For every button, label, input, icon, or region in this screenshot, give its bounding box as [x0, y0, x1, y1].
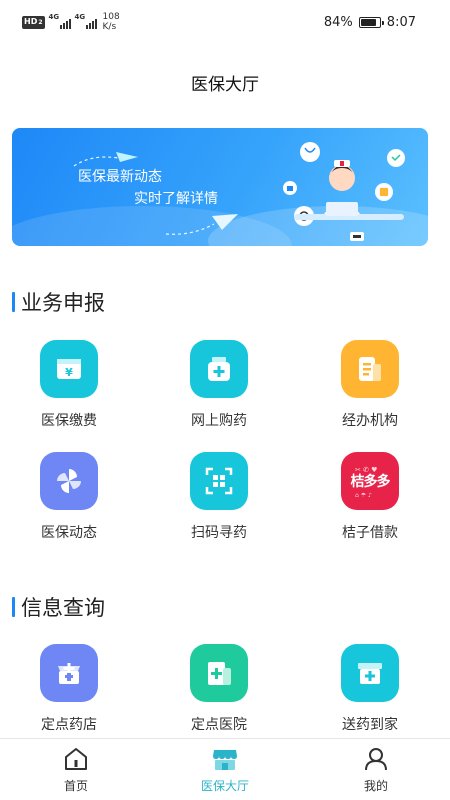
- home-icon: [21, 745, 131, 773]
- grid-item-scan[interactable]: 扫码寻药: [169, 452, 269, 552]
- status-right: 84% 8:07: [324, 15, 416, 30]
- hd-badge: HD2: [22, 15, 45, 29]
- svg-text:⌂ ☂ ♪: ⌂ ☂ ♪: [355, 492, 372, 498]
- grid-label: 定点药店: [41, 717, 97, 733]
- section-title-business: 业务申报: [12, 287, 105, 317]
- banner-line-2: 实时了解详情: [134, 191, 218, 207]
- section-accent-bar: [12, 292, 15, 312]
- grid-item-agency[interactable]: 经办机构: [320, 340, 420, 440]
- grid-label: 桔子借款: [342, 525, 398, 541]
- tab-home[interactable]: 首页: [21, 745, 131, 794]
- hospital-icon: [190, 644, 248, 702]
- svg-text:✂ ✆ ♥: ✂ ✆ ♥: [355, 466, 377, 474]
- clock: 8:07: [386, 15, 416, 30]
- grid-item-buy-medicine[interactable]: 网上购药: [169, 340, 269, 440]
- store-icon: [170, 745, 280, 773]
- grid-item-pharmacy[interactable]: 定点药店: [19, 644, 119, 744]
- news-banner[interactable]: 医保最新动态 实时了解详情: [12, 128, 428, 246]
- grid-item-news[interactable]: 医保动态: [19, 452, 119, 552]
- signal-icon-2: 4G: [75, 13, 97, 31]
- pharmacy-store-icon: [40, 644, 98, 702]
- status-bar: HD2 4G 4G 108 K/s 84% 8:07: [0, 0, 450, 48]
- user-icon: [321, 745, 431, 773]
- grid-label: 扫码寻药: [191, 525, 247, 541]
- tab-label: 医保大厅: [200, 779, 249, 793]
- grid-label: 定点医院: [191, 717, 247, 733]
- delivery-box-icon: [341, 644, 399, 702]
- grid-label: 医保动态: [41, 525, 97, 541]
- tab-label: 我的: [363, 779, 388, 793]
- grid-item-hospital[interactable]: 定点医院: [169, 644, 269, 744]
- tab-hall[interactable]: 医保大厅: [170, 745, 280, 794]
- grid-item-delivery[interactable]: 送药到家: [320, 644, 420, 744]
- medicine-box-icon: [190, 340, 248, 398]
- document-icon: [341, 340, 399, 398]
- scan-icon: [190, 452, 248, 510]
- yen-wallet-icon: ¥: [40, 340, 98, 398]
- svg-text:¥: ¥: [65, 366, 73, 379]
- status-left: HD2 4G 4G 108 K/s: [22, 12, 120, 32]
- battery-percent: 84%: [323, 15, 353, 30]
- tab-mine[interactable]: 我的: [321, 745, 431, 794]
- pinduoduo-icon: ✂ ✆ ♥ 桔多多 ⌂ ☂ ♪: [341, 452, 399, 510]
- grid-label: 网上购药: [191, 413, 247, 429]
- section-accent-bar: [12, 597, 15, 617]
- page-title: 医保大厅: [191, 75, 259, 95]
- grid-label: 经办机构: [342, 413, 398, 429]
- grid-label: 送药到家: [342, 717, 398, 733]
- grid-item-payment[interactable]: ¥ 医保缴费: [19, 340, 119, 440]
- pinwheel-icon: [40, 452, 98, 510]
- section-title-info: 信息查询: [12, 592, 105, 622]
- network-speed: 108 K/s: [102, 12, 120, 32]
- grid-label: 医保缴费: [41, 413, 97, 429]
- battery-icon: [358, 17, 384, 28]
- tab-bar: 首页 医保大厅 我的: [0, 738, 450, 800]
- banner-line-1: 医保最新动态: [78, 169, 162, 185]
- grid-item-loan[interactable]: ✂ ✆ ♥ 桔多多 ⌂ ☂ ♪ 桔子借款: [320, 452, 420, 552]
- tab-label: 首页: [63, 779, 88, 793]
- signal-icon-1: 4G: [49, 13, 71, 31]
- paper-plane-icon: [165, 214, 238, 235]
- nurse-illustration: [283, 142, 405, 241]
